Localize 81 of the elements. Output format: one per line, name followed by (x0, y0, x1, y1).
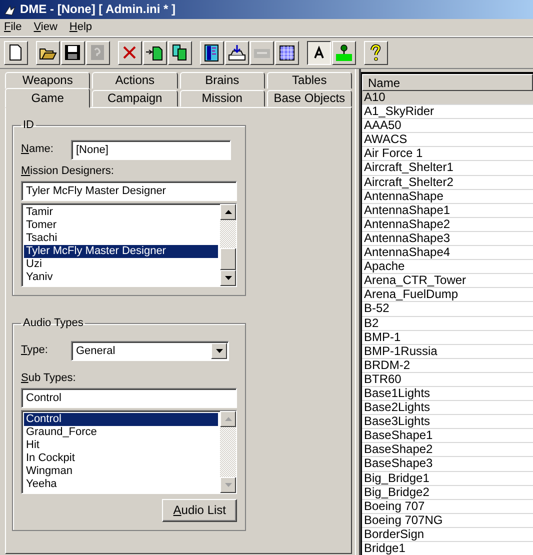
field-label: Name: (21, 143, 54, 156)
scrollbar[interactable] (220, 204, 236, 286)
tray-download-icon (227, 43, 247, 63)
up-arrow-icon (224, 210, 232, 214)
list-item[interactable]: Control (24, 412, 218, 426)
menu-item[interactable]: View (34, 20, 58, 34)
down-arrow-icon (224, 482, 232, 487)
list-row[interactable]: BMP-1 (362, 330, 533, 345)
tab[interactable]: Base Objects (266, 90, 352, 107)
list-row[interactable]: Aircraft_Shelter2 (362, 176, 533, 190)
list-item[interactable]: Tyler McFly Master Designer (24, 245, 218, 258)
down-arrow-icon (216, 348, 222, 353)
list-row[interactable]: AntennaShape4 (362, 246, 533, 260)
list-item[interactable]: Yaniv (24, 271, 218, 284)
list-item[interactable]: Yeeha (24, 478, 218, 491)
list-row[interactable]: Aircraft_Shelter1 (362, 161, 533, 176)
type-dropdown[interactable]: General (71, 340, 229, 361)
list-item[interactable]: Graund_Force (24, 426, 218, 439)
down-arrow-icon (224, 276, 232, 280)
list-row[interactable]: BaseShape3 (362, 457, 533, 472)
list-row[interactable]: BRDM-2 (362, 358, 533, 373)
list-item[interactable]: Hit (24, 438, 218, 452)
group-title: ID (22, 120, 35, 131)
list-row[interactable]: AAA50 (362, 119, 533, 134)
list-item[interactable]: Tamir (24, 206, 218, 220)
list-row[interactable]: Base1Lights (362, 386, 533, 402)
list-item[interactable]: Uzi (24, 258, 218, 272)
list-row[interactable]: Arena_CTR_Tower (362, 274, 533, 288)
list-row[interactable]: AntennaShape (362, 190, 533, 204)
tree-icon (334, 43, 354, 63)
tab[interactable]: Game (5, 88, 90, 108)
tab[interactable]: Tables (266, 72, 352, 89)
app-icon (4, 4, 16, 16)
list-row[interactable]: BaseShape2 (362, 443, 533, 458)
list-row[interactable]: AntennaShape1 (362, 204, 533, 218)
tab[interactable]: Weapons (5, 72, 90, 89)
list-row[interactable]: Big_Bridge2 (362, 486, 533, 500)
field-label: Sub Types: (21, 372, 76, 385)
list-row[interactable]: Boeing 707 (362, 500, 533, 514)
field-label: Mission Designers: (21, 165, 114, 178)
column-header[interactable]: Name (362, 74, 533, 91)
list-row[interactable]: B-52 (362, 302, 533, 316)
list-row[interactable]: AntennaShape2 (362, 218, 533, 232)
list-row[interactable]: AntennaShape3 (362, 232, 533, 246)
tab[interactable]: Brains (180, 72, 265, 89)
list-item[interactable]: Wingman (24, 464, 218, 478)
list-row[interactable]: BorderSign (362, 528, 533, 542)
list-row[interactable]: Bridge1 (362, 542, 533, 555)
list-row[interactable]: Air Force 1 (362, 147, 533, 162)
list-row[interactable]: AWACS (362, 133, 533, 148)
list-row[interactable]: Apache (362, 260, 533, 274)
subtype-field[interactable]: Control (21, 388, 237, 408)
list-row[interactable]: Big_Bridge1 (362, 472, 533, 486)
up-arrow-icon (224, 416, 232, 421)
name-field[interactable]: [None] (71, 140, 231, 160)
save-icon (63, 43, 83, 63)
tab[interactable]: Campaign (92, 90, 178, 107)
list-item[interactable]: Tsachi (24, 232, 218, 246)
list-row[interactable]: Arena_FuelDump (362, 288, 533, 302)
list-row[interactable]: Base3Lights (362, 415, 533, 430)
group-title: Audio Types (22, 318, 84, 330)
list-row[interactable]: A10 (362, 91, 533, 106)
audio-list-button[interactable]: Audio List (162, 499, 237, 522)
list-row[interactable]: BMP-1Russia (362, 344, 533, 359)
list-row[interactable]: Base2Lights (362, 401, 533, 416)
list-item[interactable]: Tomer (24, 219, 218, 232)
tab[interactable]: Mission (180, 90, 265, 107)
toolbar-button[interactable] (307, 41, 331, 65)
menu-item[interactable]: File (4, 20, 22, 34)
field-label: Type: (21, 344, 49, 358)
list-row[interactable]: A1_SkyRider (362, 105, 533, 120)
list-item[interactable]: In Cockpit (24, 452, 218, 465)
list-row[interactable]: B2 (362, 316, 533, 331)
tab[interactable]: Actions (92, 72, 178, 89)
list-row[interactable]: BaseShape1 (362, 429, 533, 444)
menu-item[interactable]: Help (69, 20, 92, 34)
list-row[interactable]: Boeing 707NG (362, 514, 533, 528)
list-row[interactable]: BTR60 (362, 372, 533, 387)
grid-icon (277, 43, 297, 63)
window-title: DME - [None] [ Admin.ini * ] (20, 2, 176, 17)
designer-field[interactable]: Tyler McFly Master Designer (21, 181, 237, 202)
